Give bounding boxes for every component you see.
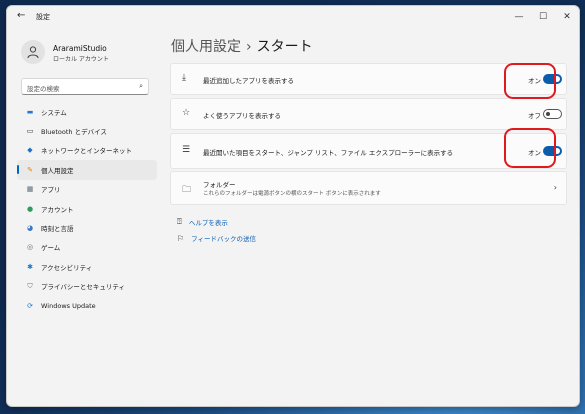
chevron-right-icon: ›: [553, 183, 557, 192]
sidebar-item-label: ネットワークとインターネット: [41, 147, 132, 156]
folders-link[interactable]: 🗀 フォルダー これらのフォルダーは電源ボタンの横のスタート ボタンに表示されま…: [170, 171, 567, 205]
sidebar-item-label: プライバシーとセキュリティ: [41, 283, 125, 292]
star-icon: ☆: [182, 108, 191, 118]
settings-window: ← 設定 — ☐ ✕ AraramiStudio ローカル アカウント 設定の検…: [6, 5, 580, 407]
sidebar-item-accounts[interactable]: ● アカウント: [17, 199, 157, 218]
account-type: ローカル アカウント: [53, 56, 109, 63]
breadcrumb-parent[interactable]: 個人用設定: [171, 39, 241, 55]
sidebar-item-accessibility[interactable]: ✱ アクセシビリティ: [17, 257, 157, 276]
monitor-icon: ▬: [26, 107, 34, 116]
search-icon: ⌕: [139, 82, 143, 90]
sidebar-item-time-language[interactable]: ◕ 時刻と言語: [17, 218, 157, 237]
accessibility-icon: ✱: [27, 262, 33, 271]
sidebar-item-gaming[interactable]: ◎ ゲーム: [17, 238, 157, 257]
page-title: 個人用設定 › スタート: [171, 36, 313, 56]
sidebar-item-windows-update[interactable]: ⟳ Windows Update: [17, 296, 157, 315]
brush-icon: ✎: [27, 165, 33, 174]
apps-icon: ▦: [26, 185, 34, 194]
help-link[interactable]: ⍰ ヘルプを表示: [177, 217, 228, 227]
breadcrumb-current: スタート: [256, 39, 313, 55]
sidebar-item-system[interactable]: ▬ システム: [17, 102, 157, 121]
title-bar: ← 設定 — ☐ ✕: [7, 6, 579, 28]
window-title: 設定: [36, 13, 50, 21]
download-icon: ⤓: [182, 73, 186, 83]
feedback-link[interactable]: ⚐ フィードバックの送信: [177, 233, 257, 244]
most-used-apps-toggle[interactable]: [543, 109, 562, 119]
sidebar-item-label: アクセシビリティ: [41, 263, 93, 272]
feedback-label: フィードバックの送信: [191, 235, 257, 243]
user-name: AraramiStudio: [53, 44, 107, 53]
sidebar-item-network[interactable]: ◆ ネットワークとインターネット: [17, 141, 157, 160]
sidebar-item-label: ゲーム: [41, 244, 61, 253]
window-controls: — ☐ ✕: [507, 6, 579, 28]
person-icon: [27, 46, 39, 59]
shield-icon: ⛉: [27, 281, 33, 290]
avatar[interactable]: [21, 40, 45, 64]
feedback-icon: ⚐: [177, 233, 185, 243]
search-placeholder: 設定の検索: [27, 85, 60, 93]
sidebar-item-label: 個人用設定: [41, 166, 74, 175]
breadcrumb-separator: ›: [246, 39, 252, 55]
folders-title: フォルダー: [203, 181, 236, 189]
sidebar-item-label: システム: [41, 108, 67, 117]
sidebar-nav: ▬ システム ▭ Bluetooth とデバイス ◆ ネットワークとインターネッ…: [17, 102, 157, 315]
list-icon: ☰: [182, 145, 191, 155]
highlight-box: [504, 63, 556, 99]
highlight-box: [504, 128, 556, 168]
sidebar-item-label: アプリ: [41, 186, 61, 195]
sidebar-item-label: 時刻と言語: [41, 225, 74, 234]
sidebar-item-label: Windows Update: [41, 301, 96, 310]
setting-label: よく使うアプリを表示する: [203, 112, 281, 120]
close-button[interactable]: ✕: [555, 6, 579, 28]
gamepad-icon: ◎: [26, 243, 34, 252]
update-icon: ⟳: [27, 301, 33, 310]
minimize-button[interactable]: —: [507, 6, 531, 28]
network-icon: ◆: [27, 146, 33, 155]
toggle-state-text: オフ: [528, 112, 541, 120]
folder-icon: 🗀: [182, 185, 192, 195]
setting-most-used-apps: ☆ よく使うアプリを表示する オフ: [170, 98, 567, 130]
person-icon: ●: [26, 204, 34, 213]
folders-description: これらのフォルダーは電源ボタンの横のスタート ボタンに表示されます: [203, 191, 381, 197]
sidebar-item-label: Bluetooth とデバイス: [41, 128, 107, 137]
search-input[interactable]: 設定の検索 ⌕: [21, 78, 149, 95]
help-label: ヘルプを表示: [188, 219, 228, 227]
back-arrow-icon[interactable]: ←: [17, 10, 25, 21]
help-icon: ⍰: [177, 217, 182, 226]
sidebar-item-label: アカウント: [41, 205, 74, 214]
sidebar-item-bluetooth[interactable]: ▭ Bluetooth とデバイス: [17, 121, 157, 140]
bluetooth-icon: ▭: [26, 127, 34, 136]
sidebar-item-apps[interactable]: ▦ アプリ: [17, 180, 157, 199]
globe-icon: ◕: [26, 224, 34, 233]
sidebar-item-personalization[interactable]: ✎ 個人用設定: [17, 160, 157, 180]
setting-label: 最近追加したアプリを表示する: [203, 77, 294, 85]
maximize-button[interactable]: ☐: [531, 6, 555, 28]
setting-label: 最近開いた項目をスタート、ジャンプ リスト、ファイル エクスプローラーに表示する: [203, 149, 454, 157]
sidebar-item-privacy[interactable]: ⛉ プライバシーとセキュリティ: [17, 277, 157, 296]
